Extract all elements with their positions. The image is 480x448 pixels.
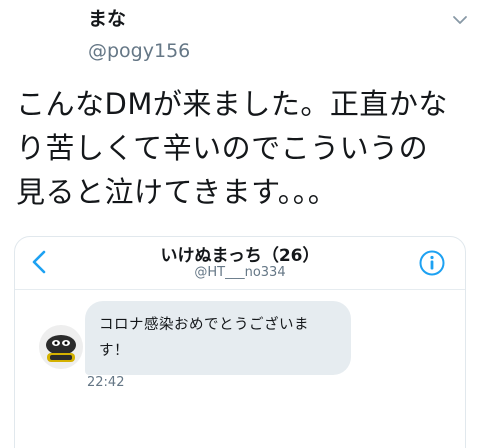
tweet-text-line: 見ると泣けてきます。。。 (16, 175, 338, 209)
avatar[interactable] (39, 325, 83, 369)
tweet-view: まな @pogy156 こんなDMが来ました。正直かな り苦しくて辛いのでこうい… (0, 0, 480, 448)
info-icon[interactable] (419, 250, 445, 276)
conversation-handle: @HT___no334 (194, 265, 286, 280)
user-handle[interactable]: @pogy156 (88, 40, 190, 62)
chevron-down-icon[interactable] (452, 12, 468, 28)
message-timestamp: 22:42 (87, 375, 125, 390)
tweet-text: こんなDMが来ました。正直かな り苦しくて辛いのでこういうの 見ると泣けてきます… (16, 82, 466, 214)
display-name[interactable]: まな (88, 8, 126, 30)
tweet-text-line: こんなDMが来ました。正直かな (16, 87, 448, 121)
message-bubble: コロナ感染おめでとうございます！ (85, 301, 351, 375)
dm-header: いけぬまっち（26） @HT___no334 (15, 237, 465, 290)
tweet-text-line: り苦しくて辛いのでこういうの (16, 131, 429, 165)
conversation-title: いけぬまっち（26） (160, 246, 320, 266)
attached-dm-screenshot[interactable]: いけぬまっち（26） @HT___no334 コロナ感染おめでとうございます！ … (14, 236, 466, 448)
